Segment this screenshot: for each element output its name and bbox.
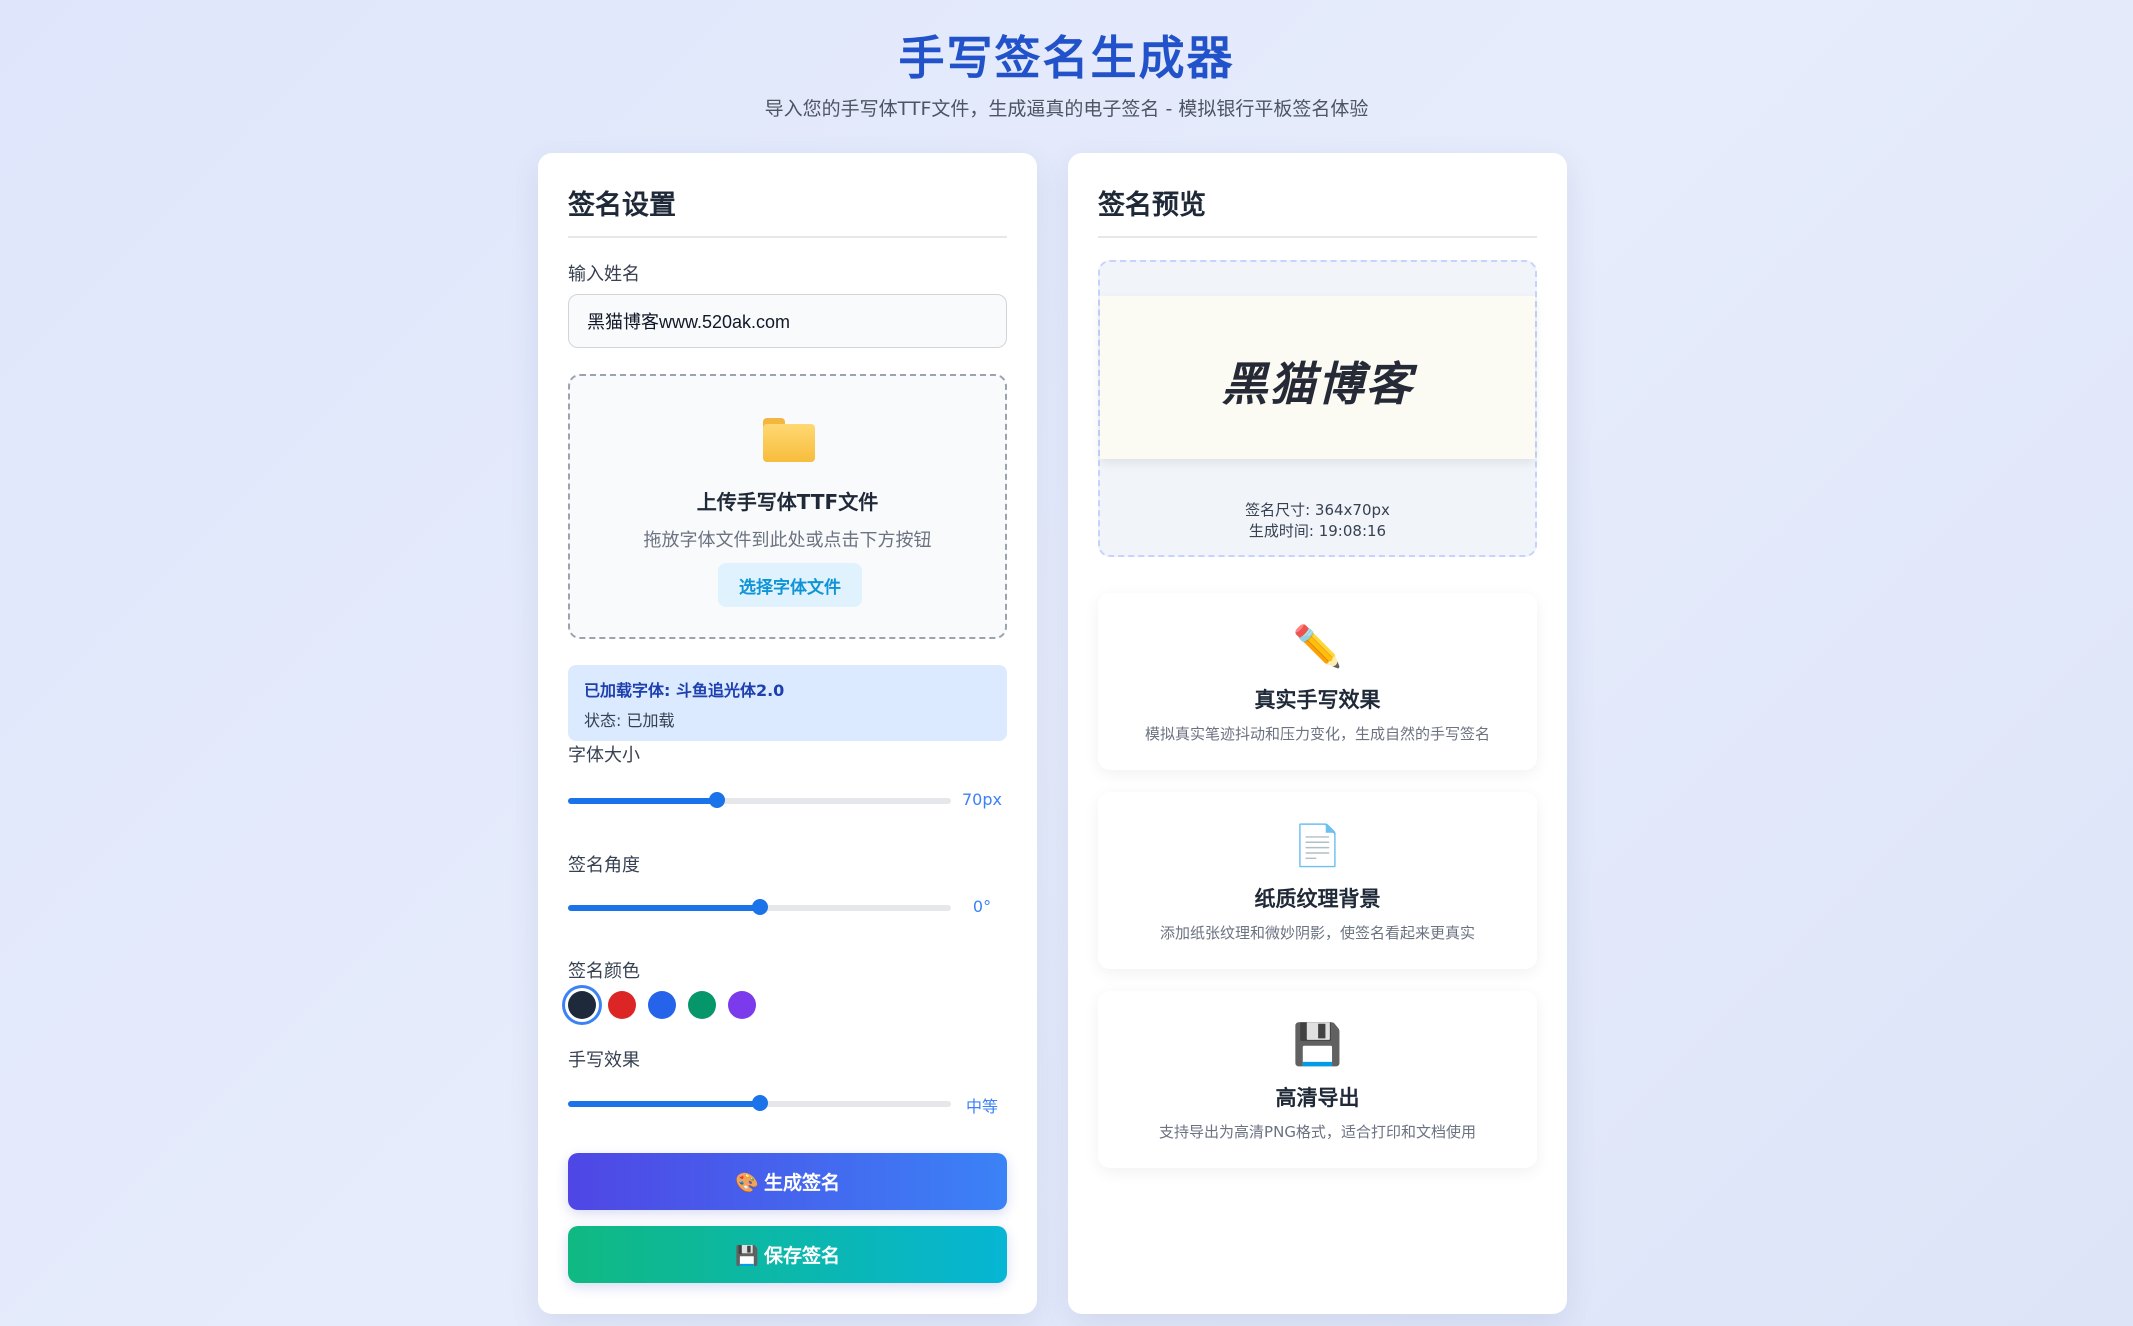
color-label: 签名颜色 — [568, 961, 640, 982]
font-size-slider[interactable] — [568, 792, 951, 808]
save-signature-button[interactable]: 💾 保存签名 — [568, 1226, 1007, 1283]
name-input[interactable] — [568, 294, 1007, 348]
feature-card-texture: 📄 纸质纹理背景 添加纸张纹理和微妙阴影，使签名看起来更真实 — [1098, 792, 1537, 969]
choose-font-button[interactable]: 选择字体文件 — [718, 563, 862, 607]
font-size-slider-thumb[interactable] — [709, 792, 726, 808]
angle-label: 签名角度 — [568, 855, 640, 876]
preview-title: 签名预览 — [1098, 183, 1537, 238]
color-swatch-purple[interactable] — [728, 991, 756, 1019]
color-swatch-blue[interactable] — [648, 991, 676, 1019]
font-size-label: 字体大小 — [568, 745, 640, 766]
font-size-value: 70px — [962, 790, 1002, 809]
angle-value: 0° — [972, 897, 992, 916]
pencil-icon: ✏️ — [1292, 624, 1343, 670]
floppy-disk-icon: 💾 — [1292, 1022, 1343, 1068]
font-status: 状态: 已加载 — [584, 711, 675, 730]
signature-size: 签名尺寸: 364x70px — [1245, 501, 1390, 519]
generate-signature-button[interactable]: 🎨 生成签名 — [568, 1153, 1007, 1210]
font-upload-dropzone[interactable]: 上传手写体TTF文件 拖放字体文件到此处或点击下方按钮 选择字体文件 — [568, 374, 1007, 639]
font-info-box: 已加载字体: 斗鱼追光体2.0 状态: 已加载 — [568, 665, 1007, 741]
feature-title: 真实手写效果 — [1254, 688, 1381, 712]
settings-panel: 签名设置 输入姓名 上传手写体TTF文件 拖放字体文件到此处或点击下方按钮 选择… — [538, 153, 1037, 1314]
feature-title: 纸质纹理背景 — [1254, 887, 1381, 911]
preview-panel: 签名预览 黑猫博客 签名尺寸: 364x70px 生成时间: 19:08:16 … — [1068, 153, 1567, 1314]
feature-card-handwriting: ✏️ 真实手写效果 模拟真实笔迹抖动和压力变化，生成自然的手写签名 — [1098, 593, 1537, 770]
effect-label: 手写效果 — [568, 1050, 640, 1071]
upload-hint: 拖放字体文件到此处或点击下方按钮 — [643, 530, 932, 551]
effect-slider[interactable] — [568, 1095, 951, 1111]
upload-title: 上传手写体TTF文件 — [696, 490, 879, 514]
feature-card-export: 💾 高清导出 支持导出为高清PNG格式，适合打印和文档使用 — [1098, 991, 1537, 1168]
feature-desc: 支持导出为高清PNG格式，适合打印和文档使用 — [1159, 1123, 1476, 1141]
color-swatch-red[interactable] — [608, 991, 636, 1019]
document-icon: 📄 — [1292, 823, 1343, 869]
feature-desc: 添加纸张纹理和微妙阴影，使签名看起来更真实 — [1159, 924, 1475, 942]
loaded-font-name: 已加载字体: 斗鱼追光体2.0 — [584, 681, 785, 700]
settings-title: 签名设置 — [568, 183, 1007, 238]
folder-icon — [763, 418, 815, 462]
signature-paper: 黑猫博客 — [1100, 296, 1535, 459]
angle-slider-fill — [568, 905, 760, 911]
angle-slider-thumb[interactable] — [751, 899, 768, 915]
color-swatch-green[interactable] — [688, 991, 716, 1019]
signature-text: 黑猫博客 — [1221, 357, 1414, 411]
signature-time: 生成时间: 19:08:16 — [1248, 522, 1387, 540]
feature-desc: 模拟真实笔迹抖动和压力变化，生成自然的手写签名 — [1144, 725, 1490, 743]
angle-slider[interactable] — [568, 899, 951, 915]
font-size-slider-fill — [568, 798, 718, 804]
effect-value: 中等 — [965, 1097, 998, 1116]
name-label: 输入姓名 — [568, 264, 640, 285]
feature-title: 高清导出 — [1275, 1086, 1360, 1110]
page-subtitle: 导入您的手写体TTF文件，生成逼真的电子签名 - 模拟银行平板签名体验 — [764, 98, 1369, 120]
signature-preview-area: 黑猫博客 签名尺寸: 364x70px 生成时间: 19:08:16 — [1098, 260, 1537, 557]
effect-slider-thumb[interactable] — [751, 1095, 768, 1111]
color-swatch-dark[interactable] — [568, 991, 596, 1019]
effect-slider-fill — [568, 1101, 760, 1107]
page-title: 手写签名生成器 — [898, 31, 1235, 85]
